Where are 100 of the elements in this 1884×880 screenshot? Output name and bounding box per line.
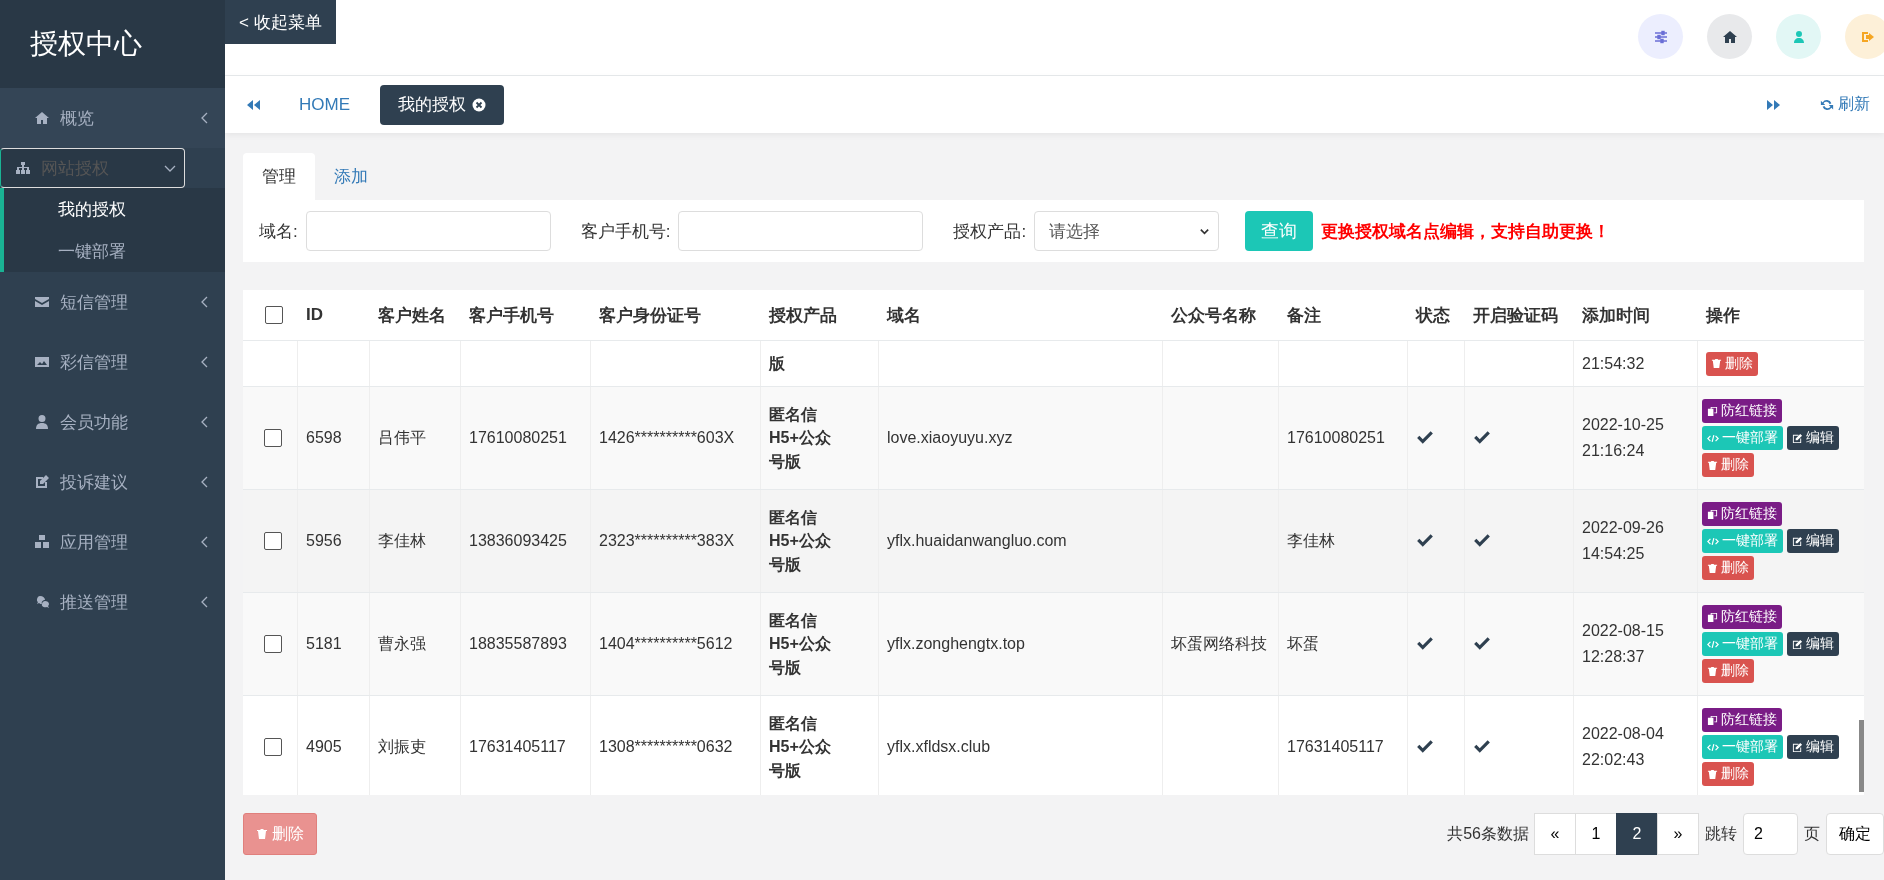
trash-icon bbox=[1707, 768, 1718, 780]
table-cell: love.xiaoyuyu.xyz bbox=[887, 429, 1013, 447]
time-text: 12:28:37 bbox=[1582, 647, 1645, 667]
delete-button[interactable]: 删除 bbox=[1702, 556, 1754, 580]
submenu-item[interactable]: 一键部署 bbox=[0, 230, 225, 272]
next-page-button[interactable]: » bbox=[1657, 813, 1699, 855]
notice-text: 更换授权域名点编辑，支持自助更换！ bbox=[1321, 220, 1611, 243]
column-header: 备注 bbox=[1287, 304, 1321, 327]
menu-item[interactable]: 会员功能 bbox=[0, 392, 225, 452]
code-icon bbox=[1707, 741, 1719, 753]
time-text: 22:02:43 bbox=[1582, 750, 1645, 770]
sliders-icon bbox=[1652, 28, 1669, 45]
row-checkbox[interactable] bbox=[264, 635, 282, 653]
page-button[interactable]: 2 bbox=[1616, 813, 1658, 855]
table-cell: 6598 bbox=[306, 429, 342, 447]
copy-icon bbox=[1707, 611, 1718, 623]
column-header: 客户手机号 bbox=[469, 304, 554, 327]
settings-button[interactable] bbox=[1638, 14, 1683, 59]
scrollbar[interactable] bbox=[1859, 720, 1864, 792]
delete-button[interactable]: 删除 bbox=[1706, 351, 1758, 376]
copy-icon bbox=[1707, 714, 1718, 726]
date-text: 2022-09-26 bbox=[1582, 518, 1664, 539]
refresh-button[interactable]: 刷新 bbox=[1820, 94, 1870, 115]
column-header: 开启验证码 bbox=[1473, 304, 1558, 327]
row-checkbox[interactable] bbox=[264, 532, 282, 550]
content-tab[interactable]: 管理 bbox=[243, 153, 315, 200]
edit-icon bbox=[1792, 535, 1803, 547]
edit-button[interactable]: 编辑 bbox=[1787, 735, 1839, 759]
phone-input[interactable] bbox=[678, 211, 924, 251]
delete-button[interactable]: 删除 bbox=[1702, 453, 1754, 477]
prev-page-button[interactable]: « bbox=[1534, 813, 1576, 855]
time-text: 21:16:24 bbox=[1582, 441, 1645, 461]
table-cell: 1404**********5612 bbox=[599, 635, 733, 653]
select-all-checkbox[interactable] bbox=[264, 306, 283, 324]
app-title: 授权中心 bbox=[0, 0, 225, 88]
table-cell: 4905 bbox=[306, 738, 342, 756]
delete-button[interactable]: 删除 bbox=[1702, 762, 1754, 786]
table-cell-text: 匿名信H5+公众号版 bbox=[769, 611, 832, 678]
menu-item[interactable]: 概览 bbox=[0, 88, 225, 148]
menu-item[interactable]: 应用管理 bbox=[0, 512, 225, 572]
row-checkbox[interactable] bbox=[264, 429, 282, 447]
product-select[interactable]: 请选择 bbox=[1034, 211, 1220, 251]
trash-icon bbox=[1707, 562, 1718, 574]
table-cell: 5181 bbox=[306, 635, 342, 653]
column-header: 操作 bbox=[1706, 304, 1740, 327]
column-header: 域名 bbox=[887, 304, 921, 327]
table-cell-text: 李佳林 bbox=[378, 530, 426, 551]
edit-button[interactable]: 编辑 bbox=[1787, 529, 1839, 553]
home-icon bbox=[34, 110, 50, 126]
domain-input[interactable] bbox=[305, 211, 551, 251]
page-tab[interactable]: HOME bbox=[281, 84, 368, 125]
cubes-icon bbox=[34, 534, 50, 550]
edit-icon bbox=[1792, 432, 1803, 444]
page-input[interactable]: 2 bbox=[1743, 813, 1798, 855]
table-cell-text: 李佳林 bbox=[1287, 530, 1335, 551]
menu-item[interactable]: 推送管理 bbox=[0, 572, 225, 632]
copy-icon bbox=[1707, 405, 1718, 417]
column-header: 客户身份证号 bbox=[599, 304, 701, 327]
column-header: 授权产品 bbox=[769, 304, 837, 327]
table-cell: 5956 bbox=[306, 532, 342, 550]
menu-item[interactable]: 彩信管理 bbox=[0, 332, 225, 392]
table-cell: 1308**********0632 bbox=[599, 738, 733, 756]
page-button[interactable]: 1 bbox=[1575, 813, 1617, 855]
submenu-item[interactable]: 我的授权 bbox=[0, 188, 225, 230]
home-button[interactable] bbox=[1707, 14, 1752, 59]
edit-button[interactable]: 编辑 bbox=[1787, 632, 1839, 656]
table-cell-text: 坏蛋网络科技 bbox=[1171, 633, 1267, 654]
collapse-menu-button[interactable]: < 收起菜单 bbox=[225, 0, 336, 44]
date-text: 2022-08-04 bbox=[1582, 724, 1664, 745]
row-checkbox[interactable] bbox=[264, 738, 282, 756]
anti-block-link-button[interactable]: 防红链接 bbox=[1702, 708, 1782, 732]
table-cell: yflx.huaidanwangluo.com bbox=[887, 532, 1067, 550]
table-cell: 17631405117 bbox=[469, 738, 566, 756]
trash-icon bbox=[256, 828, 268, 840]
jump-label: 跳转 bbox=[1705, 823, 1737, 844]
confirm-button[interactable]: 确定 bbox=[1826, 813, 1884, 855]
copy-icon bbox=[1707, 508, 1718, 520]
home-icon bbox=[1721, 28, 1738, 45]
page-tab[interactable]: 我的授权 bbox=[380, 84, 504, 125]
edit-button[interactable]: 编辑 bbox=[1787, 426, 1839, 450]
code-icon bbox=[1707, 535, 1719, 547]
anti-block-link-button[interactable]: 防红链接 bbox=[1702, 399, 1782, 423]
chat-icon bbox=[34, 594, 50, 610]
content-tab[interactable]: 添加 bbox=[315, 153, 387, 200]
trash-icon bbox=[1711, 358, 1722, 369]
close-icon[interactable] bbox=[472, 97, 486, 112]
code-icon bbox=[1707, 638, 1719, 650]
table-cell-text: 刘振吏 bbox=[378, 736, 426, 757]
code-icon bbox=[1707, 432, 1719, 444]
menu-item[interactable]: 短信管理 bbox=[0, 272, 225, 332]
image-icon bbox=[34, 354, 50, 370]
time-text: 21:54:32 bbox=[1582, 354, 1645, 373]
anti-block-link-button[interactable]: 防红链接 bbox=[1702, 605, 1782, 629]
table-cell-text: 坏蛋 bbox=[1287, 633, 1319, 654]
column-header: 客户姓名 bbox=[378, 304, 446, 327]
anti-block-link-button[interactable]: 防红链接 bbox=[1702, 502, 1782, 526]
menu-item[interactable]: 投诉建议 bbox=[0, 452, 225, 512]
column-header: ID bbox=[306, 305, 323, 325]
time-text: 14:54:25 bbox=[1582, 544, 1645, 564]
delete-button[interactable]: 删除 bbox=[1702, 659, 1754, 683]
